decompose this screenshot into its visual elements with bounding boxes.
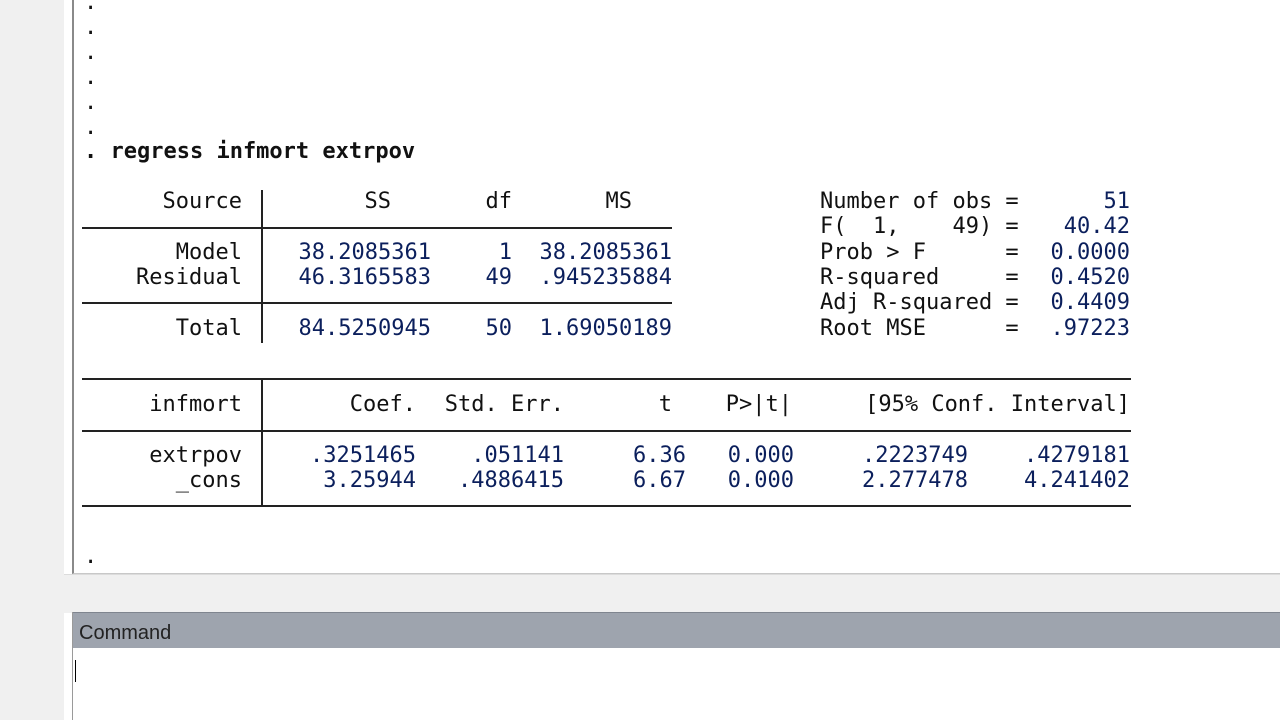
anova-row-df: 50 xyxy=(485,316,513,341)
text-caret xyxy=(75,660,76,682)
history-dot: . xyxy=(84,15,98,40)
coef-row-ci-low: 2.277478 xyxy=(862,468,968,493)
anova-header-ms: MS xyxy=(605,189,633,214)
command-title: Command xyxy=(79,622,172,644)
coef-rule-top xyxy=(82,378,1131,380)
fit-stat-value: .97223 xyxy=(1050,316,1130,341)
coef-divider xyxy=(261,380,263,507)
fit-stat-label: F( 1, 49) = xyxy=(820,214,1019,239)
anova-row-ss: 84.5250945 xyxy=(298,316,431,341)
history-dot: . xyxy=(84,65,98,90)
coef-header-depvar: infmort xyxy=(149,392,242,417)
coef-header-se: Std. Err. xyxy=(444,392,564,417)
anova-row-source: Model xyxy=(175,240,242,265)
anova-rule-mid xyxy=(82,302,672,304)
fit-stat-value: 40.42 xyxy=(1063,214,1130,239)
coef-row-ci-high: 4.241402 xyxy=(1024,468,1130,493)
anova-rule-top xyxy=(82,227,672,229)
coef-row-var: _cons xyxy=(175,468,242,493)
coef-rule-bottom xyxy=(82,505,1131,507)
pane-splitter[interactable] xyxy=(64,574,1280,613)
history-dot: . xyxy=(84,115,98,140)
coef-row-coef: 3.25944 xyxy=(323,468,416,493)
anova-row-ms: 38.2085361 xyxy=(539,240,672,265)
coef-row-t: 6.67 xyxy=(633,468,686,493)
coef-header-p: P>|t| xyxy=(725,392,792,417)
command-header: Command xyxy=(73,612,1280,648)
anova-row-source: Total xyxy=(175,316,242,341)
history-dot: . xyxy=(84,0,98,15)
left-gutter xyxy=(0,0,64,720)
history-dot: . xyxy=(84,90,98,115)
anova-row-ms: .945235884 xyxy=(539,265,672,290)
coef-row-ci-low: .2223749 xyxy=(862,443,968,468)
anova-header-source: Source xyxy=(162,189,242,214)
anova-row-source: Residual xyxy=(136,265,242,290)
prompt-dot: . xyxy=(84,544,98,569)
history-dot: . xyxy=(84,40,98,65)
anova-row-ss: 38.2085361 xyxy=(298,240,431,265)
fit-stat-label: R-squared = xyxy=(820,265,1019,290)
anova-header-df: df xyxy=(485,189,513,214)
fit-stat-label: Root MSE = xyxy=(820,316,1019,341)
anova-header-ss: SS xyxy=(364,189,392,214)
coef-header-t: t xyxy=(658,392,672,417)
anova-row-ss: 46.3165583 xyxy=(298,265,431,290)
fit-stat-label: Prob > F = xyxy=(820,240,1019,265)
coef-row-ci-high: .4279181 xyxy=(1024,443,1130,468)
command-echo: . regress infmort extrpov xyxy=(84,139,416,164)
results-window[interactable]: . . . . . . . regress infmort extrpov So… xyxy=(72,0,1280,574)
coef-header-coef: Coef. xyxy=(349,392,416,417)
fit-stat-value: 0.4520 xyxy=(1050,265,1130,290)
coef-row-coef: .3251465 xyxy=(310,443,416,468)
coef-header-ci: [95% Conf. Interval] xyxy=(865,392,1130,417)
coef-row-var: extrpov xyxy=(149,443,242,468)
fit-stat-value: 0.0000 xyxy=(1050,240,1130,265)
anova-divider xyxy=(261,190,263,343)
command-window: Command xyxy=(72,612,1280,720)
command-input[interactable] xyxy=(73,648,1280,720)
coef-row-se: .051141 xyxy=(471,443,564,468)
coef-rule-mid xyxy=(82,430,1131,432)
fit-stat-value: 0.4409 xyxy=(1050,290,1130,315)
fit-stat-label: Number of obs = xyxy=(820,189,1019,214)
anova-row-df: 1 xyxy=(498,240,512,265)
coef-row-se: .4886415 xyxy=(458,468,564,493)
anova-row-ms: 1.69050189 xyxy=(539,316,672,341)
anova-row-df: 49 xyxy=(485,265,513,290)
fit-stat-value: 51 xyxy=(1103,189,1131,214)
coef-row-t: 6.36 xyxy=(633,443,686,468)
coef-row-p: 0.000 xyxy=(727,468,794,493)
coef-row-p: 0.000 xyxy=(727,443,794,468)
fit-stat-label: Adj R-squared = xyxy=(820,290,1019,315)
